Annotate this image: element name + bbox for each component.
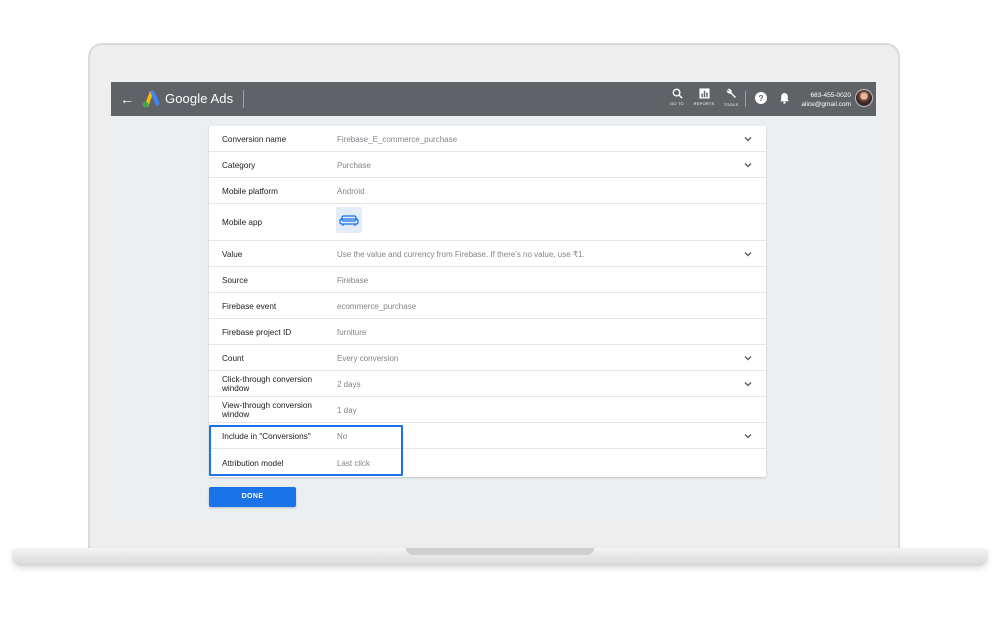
row-value: Use the value and currency from Firebase… bbox=[337, 250, 585, 259]
svg-text:?: ? bbox=[759, 94, 764, 103]
help-icon[interactable]: ? bbox=[755, 92, 767, 104]
chevron-down-icon[interactable] bbox=[743, 134, 753, 144]
row-view-through-window: View-through conversion window 1 day bbox=[209, 397, 766, 423]
google-ads-logo-icon bbox=[142, 91, 160, 108]
row-label: Firebase project ID bbox=[222, 328, 292, 337]
account-phone: 683-455-0020 bbox=[810, 92, 851, 99]
row-value[interactable]: Value Use the value and currency from Fi… bbox=[209, 241, 766, 267]
row-value: Firebase bbox=[337, 276, 369, 285]
goto-label: GO TO bbox=[670, 101, 684, 106]
row-label: Conversion name bbox=[222, 135, 287, 144]
app-icon bbox=[336, 207, 362, 233]
chevron-down-icon[interactable] bbox=[743, 431, 753, 441]
row-label: Category bbox=[222, 161, 256, 170]
laptop-notch bbox=[406, 548, 594, 555]
conversion-settings-card: Conversion name Firebase_E_commerce_purc… bbox=[209, 126, 766, 477]
row-value: Purchase bbox=[337, 161, 371, 170]
account-email: alice@gmail.com bbox=[801, 101, 851, 108]
row-mobile-platform: Mobile platform Android bbox=[209, 178, 766, 204]
row-value: Android bbox=[337, 187, 365, 196]
row-click-through-window[interactable]: Click-through conversion window 2 days bbox=[209, 371, 766, 397]
account-info[interactable]: 683-455-0020 alice@gmail.com bbox=[791, 91, 851, 109]
row-attribution-model: Attribution model Last click bbox=[209, 449, 766, 477]
avatar[interactable] bbox=[855, 89, 873, 107]
row-label: Mobile app bbox=[222, 218, 263, 227]
chevron-down-icon[interactable] bbox=[743, 249, 753, 259]
reports-button[interactable]: REPORTS bbox=[691, 88, 717, 106]
row-label: Include in "Conversions" bbox=[222, 432, 311, 441]
toolbar-divider bbox=[745, 91, 746, 107]
brand-divider bbox=[243, 90, 244, 108]
chevron-down-icon[interactable] bbox=[743, 353, 753, 363]
row-conversion-name[interactable]: Conversion name Firebase_E_commerce_purc… bbox=[209, 126, 766, 152]
done-button[interactable]: DONE bbox=[209, 487, 296, 507]
chevron-down-icon[interactable] bbox=[743, 160, 753, 170]
row-value: Firebase_E_commerce_purchase bbox=[337, 135, 458, 144]
reports-icon bbox=[698, 88, 710, 99]
row-mobile-app: Mobile app bbox=[209, 204, 766, 241]
row-category[interactable]: Category Purchase bbox=[209, 152, 766, 178]
tools-label: TOOLS bbox=[723, 102, 739, 107]
row-value: Last click bbox=[337, 459, 370, 468]
brand-name: Google Ads bbox=[165, 91, 234, 106]
row-value: Every conversion bbox=[337, 354, 399, 363]
row-include-in-conversions[interactable]: Include in "Conversions" No bbox=[209, 423, 766, 449]
row-value: ecommerce_purchase bbox=[337, 302, 417, 311]
chevron-down-icon[interactable] bbox=[743, 379, 753, 389]
goto-button[interactable]: GO TO bbox=[664, 88, 690, 106]
row-value: No bbox=[337, 432, 348, 441]
row-value: 1 day bbox=[337, 406, 357, 415]
row-label: View-through conversion window bbox=[222, 401, 312, 419]
app-screen: ← Google Ads GO TO REPORTS TOOLS ? 683-4… bbox=[111, 82, 876, 518]
row-label: Click-through conversion window bbox=[222, 375, 313, 393]
row-value: 2 days bbox=[337, 380, 361, 389]
back-arrow-icon[interactable]: ← bbox=[120, 90, 134, 108]
row-label: Mobile platform bbox=[222, 187, 278, 196]
row-label: Firebase event bbox=[222, 302, 277, 311]
row-label: Value bbox=[222, 250, 243, 259]
bell-icon[interactable] bbox=[779, 92, 790, 104]
search-icon bbox=[672, 88, 683, 99]
reports-label: REPORTS bbox=[693, 101, 715, 106]
sofa-icon bbox=[339, 215, 359, 226]
row-label: Attribution model bbox=[222, 459, 284, 468]
row-label: Count bbox=[222, 354, 244, 363]
row-label: Source bbox=[222, 276, 248, 285]
row-source: Source Firebase bbox=[209, 267, 766, 293]
tools-button[interactable]: TOOLS bbox=[718, 88, 744, 107]
row-firebase-event: Firebase event ecommerce_purchase bbox=[209, 293, 766, 319]
row-count[interactable]: Count Every conversion bbox=[209, 345, 766, 371]
row-firebase-project-id: Firebase project ID furniture bbox=[209, 319, 766, 345]
top-app-bar: ← Google Ads GO TO REPORTS TOOLS ? 683-4… bbox=[111, 82, 876, 116]
wrench-icon bbox=[726, 88, 736, 98]
row-value: furniture bbox=[337, 328, 367, 337]
